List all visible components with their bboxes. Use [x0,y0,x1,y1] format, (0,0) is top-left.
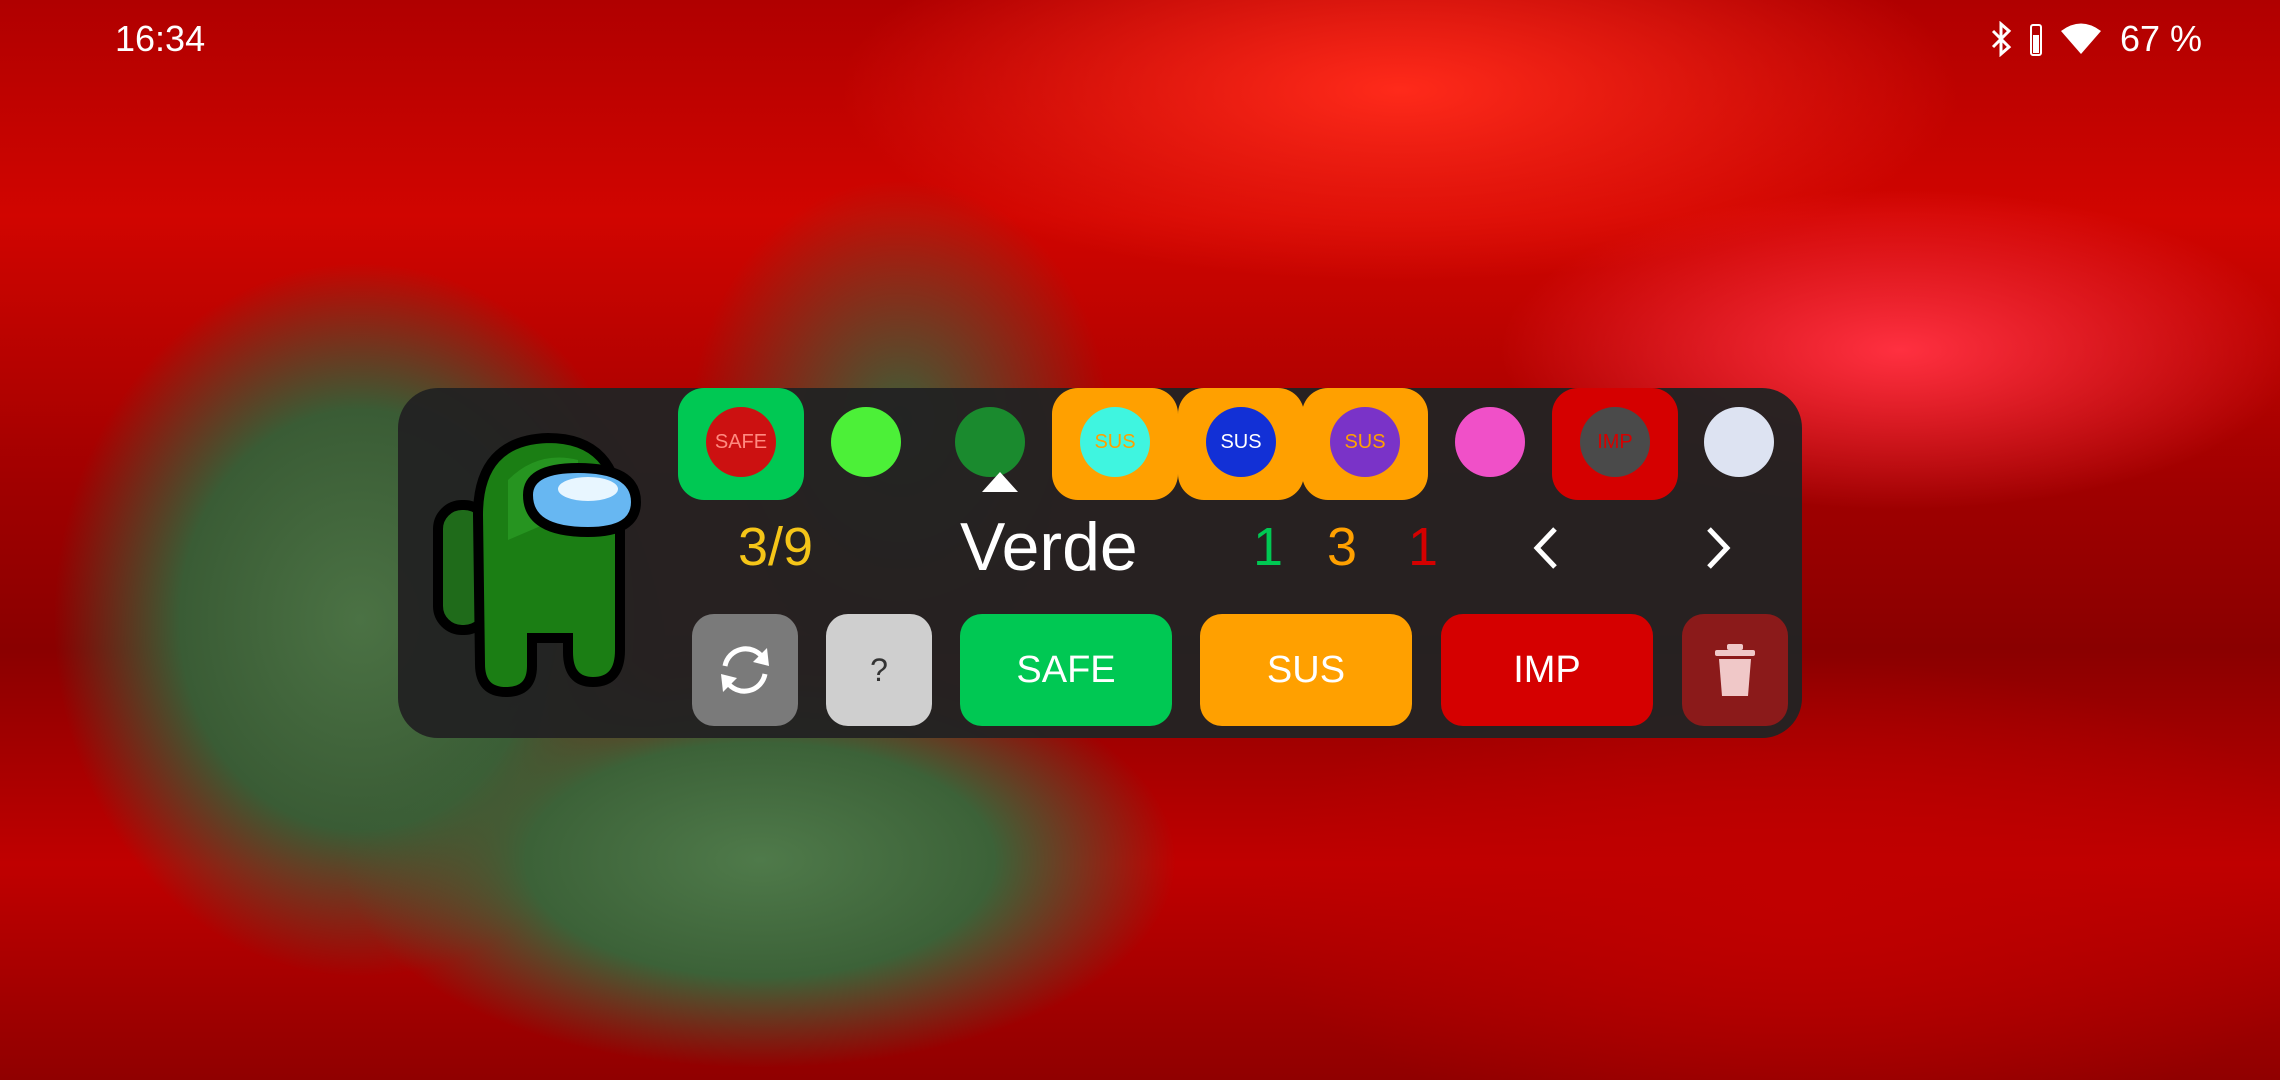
battery-vertical-icon [2029,21,2042,57]
reset-button[interactable] [692,614,798,726]
sus-button[interactable]: SUS [1200,614,1412,726]
next-player-button[interactable] [1688,518,1748,578]
player-chip-1[interactable]: SAFE [678,388,804,500]
safe-button[interactable]: SAFE [960,614,1172,726]
unknown-button-label: ? [870,651,888,688]
safe-button-label: SAFE [1016,648,1116,691]
safe-count: 1 [1253,517,1284,577]
player-color-dot [955,407,1025,477]
player-color-dot: IMP [1580,407,1650,477]
player-chip-7[interactable] [1427,388,1553,500]
player-color-dot: SUS [1330,407,1400,477]
player-color-dot: SUS [1206,407,1276,477]
player-color-dot [1704,407,1774,477]
sus-count: 3 [1327,517,1358,577]
player-color-dot: SUS [1080,407,1150,477]
unknown-button[interactable]: ? [826,614,932,726]
sus-button-label: SUS [1266,648,1346,691]
imp-count: 1 [1408,517,1439,577]
player-chip-4[interactable]: SUS [1052,388,1178,500]
player-tag-label: SAFE [714,430,768,453]
player-counter: 3/9 [738,517,814,577]
player-chip-6[interactable]: SUS [1302,388,1428,500]
selected-indicator-arrow [982,472,1018,492]
battery-percent: 67 % [2119,18,2202,59]
tracker-panel: SAFE SUS SUS SUS IMP 3/9 Verde 1 3 1 ? S… [398,388,1802,738]
player-tag-label: IMP [1597,430,1633,453]
player-tag-label: SUS [1344,430,1386,453]
imp-button-label: IMP [1513,648,1581,691]
player-chip-5[interactable]: SUS [1178,388,1304,500]
trash-icon [1715,644,1755,696]
status-icons: 67 % [1990,18,2202,60]
player-color-dot [831,407,901,477]
chevron-left-icon [1533,527,1557,569]
status-bar: 16:34 67 % [0,0,2280,76]
imp-button[interactable]: IMP [1441,614,1653,726]
status-time: 16:34 [115,18,206,59]
player-tag-label: SUS [1220,430,1262,453]
crewmate-avatar [428,420,648,700]
player-tag-label: SUS [1094,430,1136,453]
chevron-right-icon [1707,527,1731,569]
wifi-icon [2060,22,2102,56]
player-chip-9[interactable] [1676,388,1802,500]
refresh-icon [721,646,769,694]
player-color-dot: SAFE [706,407,776,477]
previous-player-button[interactable] [1516,518,1576,578]
player-chip-2[interactable] [803,388,929,500]
bluetooth-icon [1990,21,2012,57]
player-color-dot [1455,407,1525,477]
selected-player-name: Verde [960,509,1138,585]
player-chip-8[interactable]: IMP [1552,388,1678,500]
delete-button[interactable] [1682,614,1788,726]
